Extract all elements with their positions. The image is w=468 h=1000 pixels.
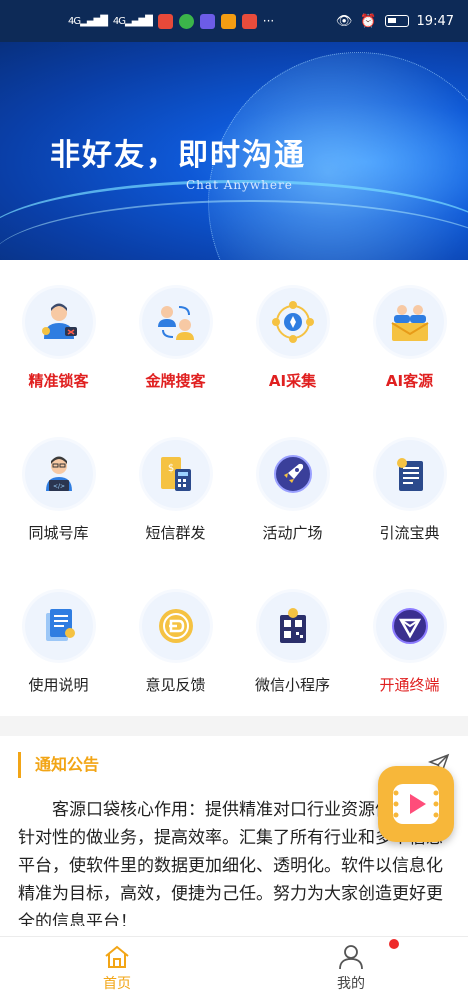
grid-item-label: 使用说明 bbox=[28, 676, 89, 694]
grid-item-label: 意见反馈 bbox=[145, 676, 206, 694]
app-notify-icon bbox=[220, 13, 236, 29]
user-icon bbox=[339, 945, 363, 970]
svg-text:$: $ bbox=[167, 463, 173, 474]
grid-item-label: 开通终端 bbox=[379, 676, 440, 694]
play-icon bbox=[393, 784, 439, 824]
grid-item-label: 精准锁客 bbox=[28, 372, 89, 390]
ai-source-icon bbox=[375, 288, 444, 356]
grid-item-label: 活动广场 bbox=[262, 524, 323, 542]
feature-grid: 精准锁客 金牌搜客 AI采集 AI客源 </> 同城号库 $ 短信群发 活动广场… bbox=[0, 260, 468, 716]
grid-item-label: AI采集 bbox=[268, 372, 317, 390]
city-number-icon: </> bbox=[24, 440, 93, 508]
grid-item-mini-program[interactable]: 微信小程序 bbox=[234, 564, 351, 716]
notice-title: 通知公告 bbox=[18, 752, 99, 778]
home-icon bbox=[105, 945, 129, 968]
sms-icon: $ bbox=[141, 440, 210, 508]
grid-item-terminal[interactable]: 开通终端 bbox=[351, 564, 468, 716]
grid-item-lock-customer[interactable]: 精准锁客 bbox=[0, 260, 117, 412]
grid-item-search-customer[interactable]: 金牌搜客 bbox=[117, 260, 234, 412]
lock-customer-icon bbox=[24, 288, 93, 356]
notification-dot bbox=[389, 939, 399, 949]
listen-icon bbox=[241, 13, 257, 29]
status-bar: 4G▂▄▆█ 4G▂▄▆█ ··· 👁 ⏰ 19:47 bbox=[0, 0, 468, 42]
eye-icon: 👁 bbox=[335, 13, 353, 29]
battery-icon bbox=[384, 15, 409, 27]
feedback-coin-icon bbox=[141, 592, 210, 660]
signal-icon: 4G▂▄▆█ bbox=[112, 15, 153, 27]
guide-book-icon bbox=[375, 440, 444, 508]
grid-item-feedback[interactable]: 意见反馈 bbox=[117, 564, 234, 716]
grid-item-ai-source[interactable]: AI客源 bbox=[351, 260, 468, 412]
feature-grid-panel: 精准锁客 金牌搜客 AI采集 AI客源 </> 同城号库 $ 短信群发 活动广场… bbox=[0, 260, 468, 716]
alarm-icon: ⏰ bbox=[360, 13, 377, 29]
search-customer-icon bbox=[141, 288, 210, 356]
weibo-icon bbox=[157, 13, 173, 29]
app-notify-icon bbox=[199, 13, 215, 29]
grid-item-sms[interactable]: $ 短信群发 bbox=[117, 412, 234, 564]
grid-item-label: 微信小程序 bbox=[254, 676, 330, 694]
grid-item-city-number[interactable]: </> 同城号库 bbox=[0, 412, 117, 564]
grid-item-label: 同城号库 bbox=[28, 524, 89, 542]
tab-mine-label: 我的 bbox=[337, 976, 365, 992]
grid-item-manual[interactable]: 使用说明 bbox=[0, 564, 117, 716]
banner-title: 非好友，即时沟通 bbox=[50, 138, 306, 173]
grid-item-label: 金牌搜客 bbox=[145, 372, 206, 390]
banner-subtitle: Chat Anywhere bbox=[186, 178, 293, 192]
signal-icon: 4G▂▄▆█ bbox=[68, 15, 108, 27]
status-time: 19:47 bbox=[416, 13, 454, 29]
tab-mine[interactable]: 我的 bbox=[234, 937, 468, 1000]
grid-item-activity[interactable]: 活动广场 bbox=[234, 412, 351, 564]
grid-item-label: 短信群发 bbox=[145, 524, 206, 542]
tab-home[interactable]: 首页 bbox=[0, 937, 234, 1000]
wechat-icon bbox=[178, 13, 194, 29]
bottom-tab-bar: 首页 我的 bbox=[0, 936, 468, 1000]
grid-item-label: 引流宝典 bbox=[379, 524, 440, 542]
terminal-icon bbox=[375, 592, 444, 660]
tab-home-label: 首页 bbox=[103, 976, 131, 992]
ai-collect-icon bbox=[258, 288, 327, 356]
manual-icon bbox=[24, 592, 93, 660]
grid-item-guide[interactable]: 引流宝典 bbox=[351, 412, 468, 564]
more-icon: ··· bbox=[262, 14, 275, 28]
qrcode-icon bbox=[258, 592, 327, 660]
svg-text:</>: </> bbox=[52, 483, 64, 490]
grid-item-ai-collect[interactable]: AI采集 bbox=[234, 260, 351, 412]
rocket-icon bbox=[258, 440, 327, 508]
banner[interactable]: 非好友，即时沟通 Chat Anywhere bbox=[0, 42, 468, 260]
grid-item-label: AI客源 bbox=[385, 372, 434, 390]
floating-video-button[interactable] bbox=[378, 766, 454, 842]
